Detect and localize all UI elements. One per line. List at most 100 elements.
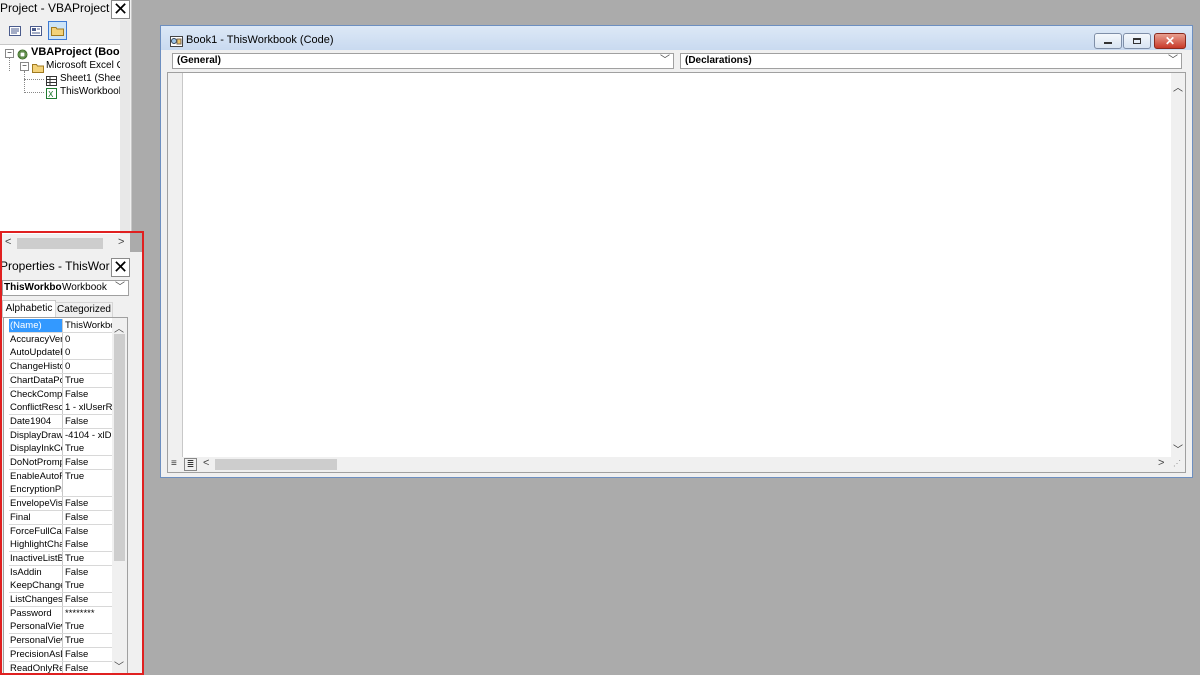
property-value[interactable]: 0 xyxy=(65,333,115,346)
property-value[interactable]: -4104 - xlDi xyxy=(65,429,115,442)
property-value[interactable]: True xyxy=(65,579,115,592)
property-value[interactable]: True xyxy=(65,634,115,647)
collapse-icon[interactable]: − xyxy=(20,62,29,71)
property-value[interactable]: False xyxy=(65,511,115,524)
project-close-button[interactable]: ✕ xyxy=(111,0,130,19)
property-row[interactable]: InactiveListBoTrue xyxy=(9,551,115,566)
property-name: CheckCompa xyxy=(10,387,63,401)
property-value[interactable]: False xyxy=(65,662,115,675)
tab-categorized[interactable]: Categorized xyxy=(55,302,113,318)
code-vertical-scrollbar[interactable]: ︿ ﹀ xyxy=(1171,73,1185,457)
collapse-icon[interactable]: − xyxy=(5,49,14,58)
scroll-thumb[interactable] xyxy=(17,238,103,249)
property-value[interactable]: False xyxy=(65,525,115,538)
property-value[interactable]: False xyxy=(65,456,115,469)
chevron-down-icon[interactable]: ﹀ xyxy=(114,658,124,673)
property-value[interactable]: ThisWorkbo xyxy=(65,319,115,332)
scroll-right-icon[interactable]: > xyxy=(118,236,124,248)
tree-item-vbaproject[interactable]: VBAProject (Book1) xyxy=(31,46,128,59)
property-row[interactable]: ConflictResol 1 - xlUserRe xyxy=(9,401,115,416)
property-row[interactable]: KeepChange True xyxy=(9,579,115,594)
code-editor[interactable]: ︿ ﹀ ≡ ≣ < > ⋰ xyxy=(167,72,1186,473)
scroll-left-icon[interactable]: < xyxy=(5,236,11,248)
property-row[interactable]: IsAddin False xyxy=(9,565,115,580)
property-value[interactable]: False xyxy=(65,566,115,579)
property-value[interactable]: False xyxy=(65,497,115,510)
object-selector[interactable]: ThisWorkbo Workbook ﹀ xyxy=(2,280,129,296)
tree-item-excel-objects[interactable]: Microsoft Excel Obje xyxy=(46,59,128,72)
property-value[interactable]: True xyxy=(65,470,115,483)
property-value[interactable]: 0 xyxy=(65,346,115,359)
property-row[interactable]: (Name) ThisWorkbo xyxy=(9,319,115,333)
property-row[interactable]: Date1904 False xyxy=(9,414,115,429)
property-row[interactable]: AccuracyVers 0 xyxy=(9,332,115,347)
chevron-down-icon[interactable]: ﹀ xyxy=(1173,441,1183,456)
property-value[interactable]: 1 - xlUserRe xyxy=(65,401,115,414)
project-horizontal-scrollbar[interactable]: < > xyxy=(0,234,130,252)
property-value[interactable]: False xyxy=(65,415,115,428)
property-row[interactable]: DisplayInkCo True xyxy=(9,442,115,457)
properties-vertical-scrollbar[interactable]: ︿ ﹀ xyxy=(112,318,127,674)
property-row[interactable]: EncryptionPr xyxy=(9,483,115,498)
property-row[interactable]: ChartDataPoi True xyxy=(9,373,115,388)
toggle-folders-button[interactable] xyxy=(48,21,67,40)
property-value[interactable]: 0 xyxy=(65,360,115,373)
code-window-titlebar[interactable]: Book1 - ThisWorkbook (Code) ✕ xyxy=(161,26,1192,50)
property-value[interactable]: True xyxy=(65,374,115,387)
property-row[interactable]: EnableAutoR True xyxy=(9,469,115,484)
view-object-button[interactable] xyxy=(26,21,45,40)
property-value[interactable] xyxy=(65,483,115,496)
code-hscroll-thumb[interactable] xyxy=(215,459,337,470)
property-row[interactable]: ChangeHistor 0 xyxy=(9,360,115,375)
close-window-button[interactable]: ✕ xyxy=(1154,33,1186,49)
view-code-button[interactable] xyxy=(5,21,24,40)
property-row[interactable]: HighlightChar False xyxy=(9,538,115,553)
property-value[interactable]: False xyxy=(65,648,115,661)
full-module-view-button[interactable]: ≣ xyxy=(184,458,197,471)
object-combo[interactable]: (General) ﹀ xyxy=(172,53,674,69)
chevron-up-icon[interactable]: ︿ xyxy=(1173,79,1183,94)
property-name: EnableAutoR xyxy=(10,469,63,483)
property-name: (Name) xyxy=(9,319,63,332)
properties-close-button[interactable]: ✕ xyxy=(111,258,130,277)
code-margin-bar[interactable] xyxy=(168,73,183,457)
scroll-left-icon[interactable]: < xyxy=(203,457,209,469)
property-value[interactable]: True xyxy=(65,552,115,565)
property-row[interactable]: PersonalView True xyxy=(9,634,115,649)
minimize-icon xyxy=(1104,42,1112,44)
project-vertical-scrollbar[interactable] xyxy=(120,20,130,235)
property-row[interactable]: Password ******** xyxy=(9,606,115,621)
property-row[interactable]: CheckCompa False xyxy=(9,387,115,402)
chevron-up-icon[interactable]: ︿ xyxy=(114,320,124,335)
property-row[interactable]: DoNotPrompt False xyxy=(9,456,115,470)
property-row[interactable]: EnvelopeVisit False xyxy=(9,497,115,512)
property-row[interactable]: PrecisionAsD False xyxy=(9,647,115,662)
property-value[interactable]: False xyxy=(65,538,115,551)
property-row[interactable]: ListChangesCFalse xyxy=(9,593,115,607)
resize-grip-icon[interactable]: ⋰ xyxy=(1173,459,1181,468)
property-value[interactable]: True xyxy=(65,620,115,633)
scroll-thumb[interactable] xyxy=(114,334,125,561)
tab-alphabetic[interactable]: Alphabetic xyxy=(2,300,56,318)
property-value[interactable]: False xyxy=(65,593,115,606)
property-name: ListChangesC xyxy=(10,593,63,606)
tree-item-sheet1[interactable]: Sheet1 (Sheet1) xyxy=(60,72,128,85)
property-value[interactable]: ******** xyxy=(65,607,115,620)
property-name: ForceFullCalc xyxy=(10,524,63,538)
restore-button[interactable] xyxy=(1123,33,1151,49)
property-value[interactable]: False xyxy=(65,388,115,401)
property-row[interactable]: ReadOnlyRecFalse xyxy=(9,661,115,675)
scroll-right-icon[interactable]: > xyxy=(1158,457,1164,469)
tree-item-thisworkbook[interactable]: ThisWorkbook xyxy=(60,85,124,98)
property-row[interactable]: ForceFullCalc False xyxy=(9,524,115,539)
property-value[interactable]: True xyxy=(65,442,115,455)
property-row[interactable]: PersonalView True xyxy=(9,620,115,635)
property-row[interactable]: AutoUpdateF 0 xyxy=(9,346,115,361)
property-row[interactable]: Final False xyxy=(9,510,115,525)
procedure-view-button[interactable]: ≡ xyxy=(171,458,177,469)
procedure-combo[interactable]: (Declarations) ﹀ xyxy=(680,53,1182,69)
procedure-combo-value: (Declarations) xyxy=(685,55,752,66)
property-name: ChangeHistor xyxy=(10,360,63,374)
minimize-button[interactable] xyxy=(1094,33,1122,49)
property-row[interactable]: DisplayDrawi -4104 - xlDi xyxy=(9,428,115,443)
